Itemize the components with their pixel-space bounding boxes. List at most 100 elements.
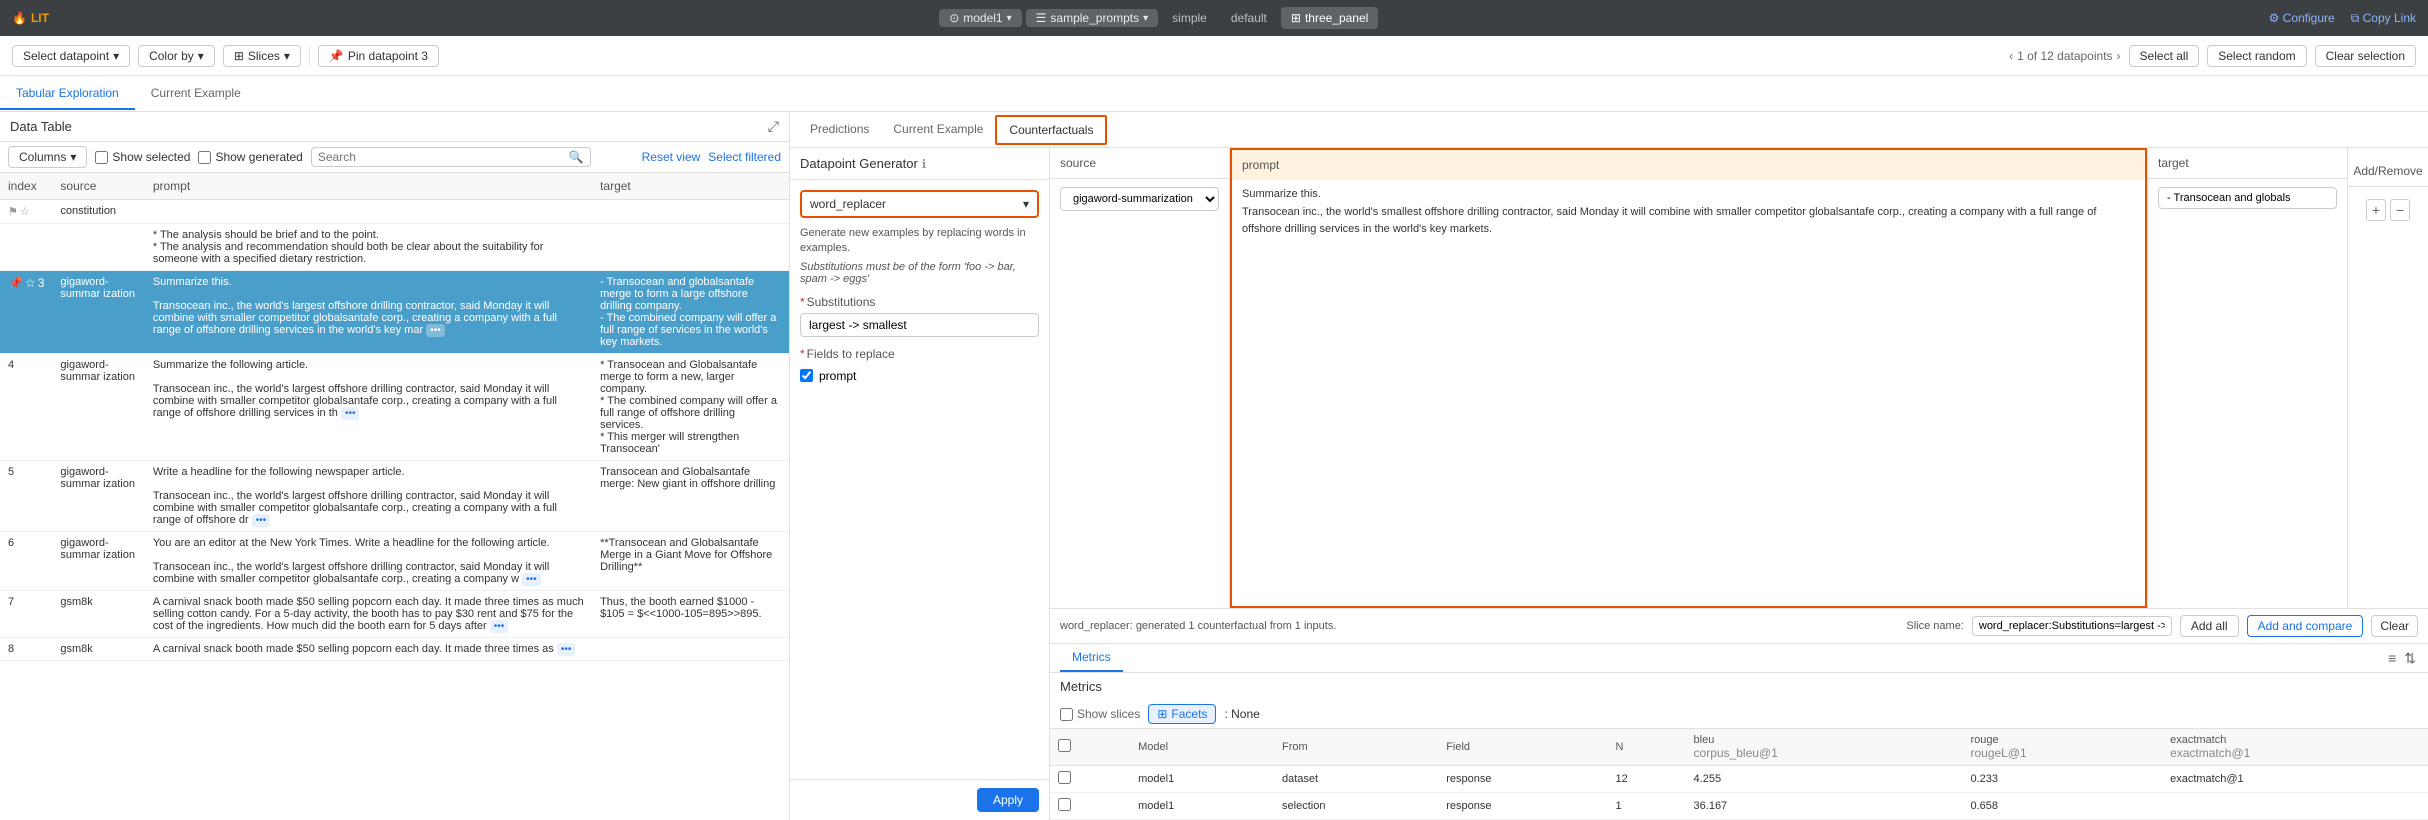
row-number-3: 3 — [38, 276, 45, 290]
apply-button[interactable]: Apply — [977, 788, 1039, 812]
metrics-tab-row: Metrics ≡ ⇅ — [1050, 644, 2428, 673]
row-index: ⚑ ☆ — [0, 200, 52, 224]
clear-btn[interactable]: Clear — [2371, 615, 2418, 637]
select-datapoint-btn[interactable]: Select datapoint ▾ — [12, 45, 130, 67]
metrics-table: Model From Field N bleucorpus_bleu@1 rou… — [1050, 729, 2428, 820]
color-by-arrow-icon: ▾ — [198, 49, 204, 63]
metrics-row-2[interactable]: model1 selection response 1 36.167 0.658 — [1050, 793, 2428, 820]
table-row-7[interactable]: 7 gsm8k A carnival snack booth made $50 … — [0, 591, 789, 638]
nav-arrow-right-icon[interactable]: › — [2117, 49, 2121, 63]
clear-selection-btn[interactable]: Clear selection — [2315, 45, 2416, 67]
th-target: target — [592, 173, 789, 200]
substitutions-input[interactable] — [800, 313, 1039, 337]
metrics-tab[interactable]: Metrics — [1060, 644, 1123, 672]
expand-icon[interactable]: ⤢ — [768, 118, 779, 135]
metrics-row-1[interactable]: model1 dataset response 12 4.255 0.233 e… — [1050, 766, 2428, 793]
table-toolbar: Columns ▾ Show selected Show generated 🔍… — [0, 142, 789, 173]
facets-btn[interactable]: ⊞ Facets — [1148, 704, 1216, 724]
top-bar-center: ⊙ model1 ▾ ☰ sample_prompts ▾ simple def… — [939, 7, 1378, 29]
table-row-5[interactable]: 5 gigaword-summar ization Write a headli… — [0, 461, 789, 532]
reset-view-btn[interactable]: Reset view — [642, 150, 701, 164]
metrics-row-1-chk[interactable] — [1058, 771, 1071, 784]
color-by-btn[interactable]: Color by ▾ — [138, 45, 215, 67]
dataset-selector[interactable]: ☰ sample_prompts ▾ — [1026, 9, 1159, 27]
configure-link[interactable]: ⚙ Configure — [2269, 11, 2335, 25]
select-random-label: Select random — [2218, 49, 2295, 63]
show-slices-label: Show slices — [1077, 707, 1140, 721]
datapoint-nav: ‹ 1 of 12 datapoints › — [2009, 49, 2120, 63]
metrics-toolbar: Show slices ⊞ Facets : None — [1050, 700, 2428, 729]
tab-counterfactuals[interactable]: Counterfactuals — [995, 115, 1107, 145]
prompt-checkbox[interactable] — [800, 369, 813, 382]
more-tag-3[interactable]: ••• — [426, 324, 445, 337]
left-panel: Data Table ⤢ Columns ▾ Show selected Sho… — [0, 112, 790, 820]
add-row-btn[interactable]: + — [2366, 199, 2386, 221]
three-panel-tab[interactable]: ⊞ three_panel — [1281, 7, 1378, 29]
remove-row-btn[interactable]: − — [2390, 199, 2410, 221]
more-tag-4[interactable]: ••• — [341, 407, 360, 420]
slice-name-label: Slice name: — [1906, 620, 1963, 632]
columns-btn[interactable]: Columns ▾ — [8, 146, 87, 168]
slices-icon: ⊞ — [234, 49, 244, 63]
table-row[interactable]: ⚑ ☆ constitution — [0, 200, 789, 224]
metrics-row-2-field: response — [1438, 793, 1607, 820]
show-generated-label[interactable]: Show generated — [198, 150, 302, 164]
more-tag-6[interactable]: ••• — [522, 573, 541, 586]
show-slices-checkbox[interactable] — [1060, 708, 1073, 721]
tab-current-example[interactable]: Current Example — [135, 77, 257, 110]
search-input[interactable] — [318, 150, 569, 164]
table-row-3[interactable]: 📌 ☆ 3 gigaword-summar ization Summarize … — [0, 271, 789, 354]
target-input[interactable] — [2158, 187, 2337, 209]
tab-predictions[interactable]: Predictions — [798, 116, 881, 144]
info-icon[interactable]: ℹ — [922, 157, 927, 171]
more-tag-7[interactable]: ••• — [490, 620, 509, 633]
model-selector[interactable]: ⊙ model1 ▾ — [939, 9, 1021, 27]
select-all-btn[interactable]: Select all — [2129, 45, 2200, 67]
table-row-4[interactable]: 4 gigaword-summar ization Summarize the … — [0, 354, 789, 461]
row-index-6: 6 — [0, 532, 52, 591]
metrics-settings-icon[interactable]: ≡ — [2386, 648, 2398, 669]
star-row-icon[interactable]: ☆ — [25, 276, 36, 290]
source-select[interactable]: gigaword-summarization — [1060, 187, 1219, 211]
add-all-btn[interactable]: Add all — [2180, 615, 2239, 637]
apply-area: Apply — [790, 779, 1049, 820]
table-row[interactable]: * The analysis should be brief and to th… — [0, 224, 789, 271]
simple-tab[interactable]: simple — [1162, 7, 1217, 29]
row-source-6: gigaword-summar ization — [52, 532, 144, 591]
row-index-5: 5 — [0, 461, 52, 532]
tab-tabular-exploration[interactable]: Tabular Exploration — [0, 77, 135, 110]
simple-tab-label: simple — [1172, 11, 1207, 25]
bookmark-icon[interactable]: ⚑ — [8, 205, 18, 218]
more-tag-5[interactable]: ••• — [252, 514, 271, 527]
show-generated-checkbox[interactable] — [198, 151, 211, 164]
metrics-row-2-checkbox — [1050, 793, 1130, 820]
pin-row-icon[interactable]: 📌 — [8, 276, 23, 290]
generator-note: Substitutions must be of the form 'foo -… — [800, 261, 1039, 285]
nav-arrow-left-icon[interactable]: ‹ — [2009, 49, 2013, 63]
show-slices-btn[interactable]: Show slices — [1060, 707, 1140, 721]
add-compare-btn[interactable]: Add and compare — [2247, 615, 2364, 637]
generator-dropdown[interactable]: word_replacer ▾ — [800, 190, 1039, 218]
more-tag-8[interactable]: ••• — [557, 643, 576, 656]
select-random-btn[interactable]: Select random — [2207, 45, 2306, 67]
default-tab[interactable]: default — [1221, 7, 1277, 29]
show-selected-label[interactable]: Show selected — [95, 150, 190, 164]
select-filtered-btn[interactable]: Select filtered — [708, 150, 781, 164]
star-icon[interactable]: ☆ — [20, 205, 30, 218]
table-row-6[interactable]: 6 gigaword-summar ization You are an edi… — [0, 532, 789, 591]
counterfactuals-tab-label: Counterfactuals — [1009, 123, 1093, 137]
generator-form: word_replacer ▾ Generate new examples by… — [790, 180, 1049, 779]
slice-name-input[interactable] — [1972, 616, 2172, 636]
show-selected-checkbox[interactable] — [95, 151, 108, 164]
pin-datapoint-btn[interactable]: 📌 Pin datapoint 3 — [318, 45, 439, 67]
metrics-select-all[interactable] — [1058, 739, 1071, 752]
metrics-row-2-chk[interactable] — [1058, 798, 1071, 811]
row-target-3: - Transocean and globalsantafe merge to … — [592, 271, 789, 354]
cf-area: Datapoint Generator ℹ word_replacer ▾ Ge… — [790, 148, 2428, 820]
th-checkbox — [1050, 729, 1130, 766]
table-row-8[interactable]: 8 gsm8k A carnival snack booth made $50 … — [0, 638, 789, 661]
slices-btn[interactable]: ⊞ Slices ▾ — [223, 45, 301, 67]
metrics-sort-icon[interactable]: ⇅ — [2402, 648, 2418, 669]
tab-current-example-right[interactable]: Current Example — [881, 116, 995, 144]
copy-link-btn[interactable]: ⧉ Copy Link — [2351, 11, 2416, 26]
